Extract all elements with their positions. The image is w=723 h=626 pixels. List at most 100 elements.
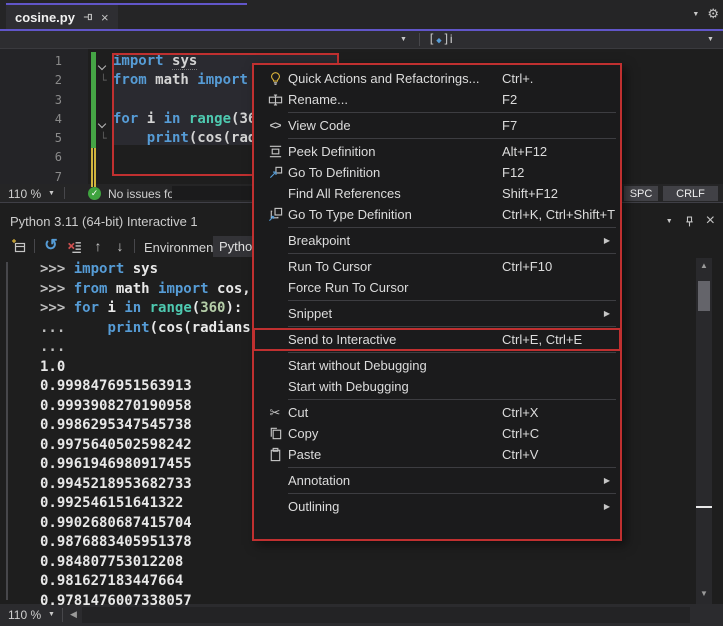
member-name: i bbox=[450, 32, 453, 46]
panel-hscrollbar-track[interactable] bbox=[82, 607, 690, 623]
menu-item-label: Copy bbox=[288, 426, 318, 441]
cut-icon: ✂ bbox=[262, 405, 288, 421]
menu-item-label: Annotation bbox=[288, 473, 350, 488]
menu-separator bbox=[288, 352, 616, 353]
fold-chevron-icon[interactable] bbox=[99, 114, 111, 126]
outline-guide: └ bbox=[100, 129, 107, 148]
crlf-indicator[interactable]: CRLF bbox=[663, 186, 718, 201]
menu-item-label: Send to Interactive bbox=[288, 332, 396, 347]
menu-item-quick-actions-and-refactorings[interactable]: Quick Actions and Refactorings...Ctrl+. bbox=[254, 68, 620, 89]
menu-item-snippet[interactable]: Snippet ▶ bbox=[254, 303, 620, 324]
panel-zoom-select[interactable]: 110 % bbox=[8, 608, 41, 622]
menu-item-copy[interactable]: CopyCtrl+C bbox=[254, 423, 620, 444]
new-interactive-window-button[interactable] bbox=[10, 237, 28, 255]
menu-item-shortcut: Ctrl+. bbox=[502, 71, 533, 86]
menu-item-shortcut: Shift+F12 bbox=[502, 186, 558, 201]
editor-navigation-bar bbox=[0, 31, 723, 48]
go-to-type-definition-icon bbox=[262, 207, 288, 222]
menu-item-shortcut: Ctrl+X bbox=[502, 405, 538, 420]
menu-item-outlining[interactable]: Outlining▶ bbox=[254, 496, 620, 517]
panel-title-controls: ▼ × bbox=[666, 212, 715, 230]
panel-pin-icon[interactable] bbox=[683, 215, 696, 228]
menu-item-force-run-to-cursor[interactable]: Force Run To Cursor bbox=[254, 277, 620, 298]
submenu-arrow-icon: ▶ bbox=[604, 236, 610, 245]
line-number: 5 bbox=[0, 129, 62, 148]
menu-item-shortcut: F12 bbox=[502, 165, 524, 180]
lightbulb-icon bbox=[262, 71, 288, 86]
change-bar bbox=[91, 129, 96, 148]
reset-button[interactable]: ↺ bbox=[42, 236, 60, 254]
line-number: 6 bbox=[0, 148, 62, 167]
menu-item-view-code[interactable]: <>View Code F7 bbox=[254, 115, 620, 136]
fold-chevron-icon[interactable] bbox=[99, 56, 111, 68]
tab-strip-controls: ▼ ⚙ bbox=[692, 6, 719, 22]
editor-zoom-select[interactable]: 110 % bbox=[8, 187, 41, 201]
menu-item-label: View Code bbox=[288, 118, 351, 133]
menu-item-shortcut: Ctrl+V bbox=[502, 447, 538, 462]
menu-item-label: Breakpoint bbox=[288, 233, 350, 248]
menu-separator bbox=[288, 112, 616, 113]
menu-item-find-all-references[interactable]: Find All References Shift+F12 bbox=[254, 183, 620, 204]
menu-item-label: Find All References bbox=[288, 186, 401, 201]
ide-window: cosine.py × ▼ ⚙ ▼ [◆] i ▼ 1import sys2└f… bbox=[0, 0, 723, 626]
member-dropdown-chevron-icon[interactable]: ▼ bbox=[707, 36, 714, 43]
menu-item-label: Start with Debugging bbox=[288, 379, 409, 394]
menu-item-send-to-interactive[interactable]: Send to InteractiveCtrl+E, Ctrl+E bbox=[254, 329, 620, 350]
tab-overflow-chevron-icon[interactable]: ▼ bbox=[692, 11, 699, 18]
change-bar bbox=[91, 148, 96, 167]
menu-item-peek-definition[interactable]: Peek DefinitionAlt+F12 bbox=[254, 141, 620, 162]
panel-chevron-icon[interactable]: ▼ bbox=[666, 218, 673, 225]
menu-item-annotation[interactable]: Annotation ▶ bbox=[254, 470, 620, 491]
member-dropdown[interactable]: [◆] i bbox=[428, 32, 453, 46]
history-previous-button[interactable]: ↑ bbox=[90, 237, 106, 255]
menu-item-rename[interactable]: Rename...F2 bbox=[254, 89, 620, 110]
menu-item-start-without-debugging[interactable]: Start without Debugging bbox=[254, 355, 620, 376]
menu-item-run-to-cursor[interactable]: Run To CursorCtrl+F10 bbox=[254, 256, 620, 277]
menu-item-go-to-type-definition[interactable]: Go To Type DefinitionCtrl+K, Ctrl+Shift+… bbox=[254, 204, 620, 225]
tab-cosine-py[interactable]: cosine.py × bbox=[6, 5, 118, 29]
line-number: 2 bbox=[0, 71, 62, 90]
menu-item-label: Force Run To Cursor bbox=[288, 280, 408, 295]
outline-guide: └ bbox=[100, 71, 107, 90]
submenu-arrow-icon: ▶ bbox=[604, 476, 610, 485]
submenu-arrow-icon: ▶ bbox=[604, 502, 610, 511]
menu-item-start-with-debugging[interactable]: Start with Debugging bbox=[254, 376, 620, 397]
change-bar bbox=[91, 52, 96, 71]
line-number: 1 bbox=[0, 52, 62, 71]
history-next-button[interactable]: ↓ bbox=[112, 237, 128, 255]
rename-icon bbox=[262, 92, 288, 107]
menu-item-cut[interactable]: ✂Cut Ctrl+X bbox=[254, 402, 620, 423]
line-number: 4 bbox=[0, 110, 62, 129]
toolbar-divider bbox=[34, 239, 35, 253]
close-icon[interactable]: × bbox=[101, 10, 109, 25]
copy-icon bbox=[262, 426, 288, 441]
hscroll-left-button[interactable]: ◀ bbox=[70, 609, 77, 620]
editor-zoom-chevron-icon[interactable]: ▼ bbox=[48, 190, 55, 197]
window-options-gear-icon[interactable]: ⚙ bbox=[707, 6, 719, 22]
peek-definition-icon bbox=[262, 144, 288, 159]
pin-icon[interactable] bbox=[82, 11, 94, 23]
clear-screen-button[interactable] bbox=[64, 237, 84, 255]
view-code-icon: <> bbox=[262, 120, 288, 132]
panel-zoom-chevron-icon[interactable]: ▼ bbox=[48, 611, 55, 618]
menu-item-label: Cut bbox=[288, 405, 308, 420]
menu-item-shortcut: F2 bbox=[502, 92, 517, 107]
tab-label: cosine.py bbox=[15, 10, 75, 25]
menu-item-paste[interactable]: PasteCtrl+V bbox=[254, 444, 620, 465]
paste-icon bbox=[262, 447, 288, 462]
menu-item-shortcut: F7 bbox=[502, 118, 517, 133]
field-icon: [◆] bbox=[428, 32, 450, 46]
scope-dropdown-chevron-icon[interactable]: ▼ bbox=[400, 36, 407, 43]
change-bar bbox=[91, 110, 96, 129]
spc-indicator[interactable]: SPC bbox=[624, 186, 658, 201]
panel-title: Python 3.11 (64-bit) Interactive 1 bbox=[10, 214, 198, 229]
menu-item-breakpoint[interactable]: Breakpoint ▶ bbox=[254, 230, 620, 251]
menu-item-go-to-definition[interactable]: Go To Definition F12 bbox=[254, 162, 620, 183]
change-bar bbox=[91, 71, 96, 90]
status-divider bbox=[64, 187, 65, 199]
submenu-arrow-icon: ▶ bbox=[604, 309, 610, 318]
menu-item-label: Go To Definition bbox=[288, 165, 380, 180]
menu-item-label: Snippet bbox=[288, 306, 332, 321]
go-to-definition-icon bbox=[262, 165, 288, 180]
panel-close-icon[interactable]: × bbox=[706, 212, 715, 230]
